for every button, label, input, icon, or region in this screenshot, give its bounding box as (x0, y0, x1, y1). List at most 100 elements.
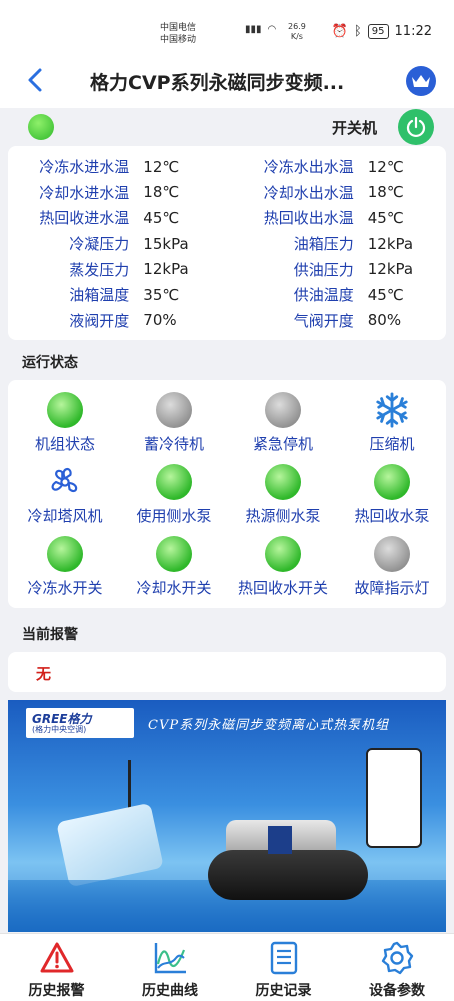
status-light-off (156, 392, 192, 428)
signal-icon: ▮▮▮ (245, 24, 262, 35)
param-row: 冷凝压力 15kPa 油箱压力 12kPa (8, 231, 446, 257)
chevron-left-icon (28, 68, 42, 92)
product-banner[interactable]: GREE格力 (格力中央空调) CVP系列永磁同步变频离心式热泵机组 (8, 700, 446, 932)
param-label: 冷冻水进水温 (39, 158, 130, 177)
snowflake-icon (374, 392, 410, 428)
tab-chart-line[interactable]: 历史曲线 (114, 938, 227, 1000)
param-value: 12kPa (367, 234, 414, 253)
param-value: 45℃ (367, 208, 404, 227)
battery-icon: 95 (367, 24, 389, 39)
param-label: 蒸发压力 (69, 260, 130, 279)
status-label: 紧急停机 (252, 435, 313, 453)
tab-warning[interactable]: 历史报警 (0, 938, 113, 1000)
bottom-tab-bar: 历史报警 历史曲线 历史记录 设备参数 (0, 933, 454, 1001)
gateway-device-image (56, 802, 164, 888)
status-light-off (374, 536, 410, 572)
param-row: 冷却水进水温 18℃ 冷却水出水温 18℃ (8, 180, 446, 206)
gree-logo: GREE格力 (格力中央空调) (26, 708, 134, 738)
carrier-2: 中国移动 (160, 35, 197, 45)
chiller-panel (268, 826, 292, 854)
status-right: ⏰ ᛒ 95 11:22 (332, 24, 432, 39)
power-icon (406, 116, 426, 138)
power-row: 开关机 (0, 108, 454, 146)
status-item: 冷却塔风机 (10, 464, 120, 526)
tab-document[interactable]: 历史记录 (227, 938, 340, 1000)
status-label: 故障指示灯 (354, 579, 430, 597)
alarm-title: 当前报警 (22, 627, 78, 643)
page-title: 格力CVP系列永磁同步变频... (90, 72, 345, 94)
status-light-on (156, 464, 192, 500)
chiller-unit-image (208, 820, 378, 900)
param-value: 12℃ (367, 157, 404, 176)
status-item: 热源侧水泵 (228, 464, 338, 526)
banner-headline: CVP系列永磁同步变频离心式热泵机组 (148, 718, 390, 733)
status-label: 热源侧水泵 (245, 507, 321, 525)
net-speed-value: 26.9 (288, 22, 306, 31)
status-item: 紧急停机 (228, 392, 338, 454)
param-label: 热回收进水温 (39, 209, 130, 228)
power-label: 开关机 (332, 119, 378, 137)
param-label: 油箱压力 (293, 235, 354, 254)
status-item: 热回收水开关 (228, 536, 338, 598)
tab-label: 历史报警 (28, 983, 85, 999)
net-speed-unit: K/s (290, 32, 303, 41)
alarm-card: 无 (8, 652, 446, 692)
param-label: 冷凝压力 (69, 235, 130, 254)
status-item: 使用侧水泵 (119, 464, 229, 526)
status-label: 蓄冷待机 (143, 435, 204, 453)
power-button[interactable] (398, 109, 434, 145)
param-row: 液阀开度 70% 气阀开度 80% (8, 308, 446, 334)
chart-line-icon (150, 938, 190, 978)
param-label: 冷却水进水温 (39, 183, 130, 202)
status-label: 冷却塔风机 (27, 507, 103, 525)
parameters-card: 冷冻水进水温 12℃ 冷冻水出水温 12℃ 冷却水进水温 18℃ 冷却水出水温 18℃ 热回收进… (8, 146, 446, 340)
param-row: 蒸发压力 12kPa 供油压力 12kPa (8, 256, 446, 282)
logo-subtext: (格力中央空调) (32, 725, 87, 734)
param-value: 45℃ (367, 285, 404, 304)
vip-button[interactable] (406, 66, 436, 96)
status-bar: 中国电信 中国移动 ▮▮▮ ◠ 26.9 K/s ⏰ ᛒ 95 11:22 (0, 0, 454, 52)
bluetooth-icon: ᛒ (353, 24, 362, 39)
param-label: 冷却水出水温 (263, 183, 354, 202)
param-row: 油箱温度 35℃ 供油温度 45℃ (8, 282, 446, 308)
clock-time: 11:22 (394, 24, 432, 39)
net-speed: 26.9 K/s (288, 22, 306, 42)
param-value: 12℃ (143, 157, 180, 176)
signal-icons: ▮▮▮ ◠ (245, 24, 276, 35)
param-row: 热回收进水温 45℃ 热回收出水温 45℃ (8, 205, 446, 231)
status-light-on (265, 536, 301, 572)
param-value: 80% (367, 311, 402, 330)
warning-icon (37, 938, 77, 978)
running-status-title: 运行状态 (22, 355, 78, 371)
param-value: 18℃ (143, 183, 180, 202)
param-value: 35℃ (143, 285, 180, 304)
tab-label: 设备参数 (369, 983, 425, 999)
param-value: 70% (143, 311, 177, 330)
param-value: 15kPa (143, 234, 189, 253)
param-value: 45℃ (143, 208, 180, 227)
status-label: 热回收水开关 (237, 579, 328, 597)
status-label: 机组状态 (34, 435, 95, 453)
param-value: 12kPa (367, 260, 414, 279)
status-light-on (374, 464, 410, 500)
status-light-on (265, 464, 301, 500)
parameters-grid: 冷冻水进水温 12℃ 冷冻水出水温 12℃ 冷却水进水温 18℃ 冷却水出水温 18℃ 热回收进… (8, 154, 446, 333)
alarm-clock-icon: ⏰ (331, 24, 348, 39)
chiller-drum (208, 850, 368, 900)
param-value: 18℃ (367, 183, 404, 202)
tab-gear[interactable]: 设备参数 (341, 938, 454, 1000)
tab-label: 历史记录 (255, 983, 312, 999)
status-label: 冷却水开关 (136, 579, 212, 597)
gear-icon (377, 938, 417, 978)
running-status-card: 机组状态 蓄冷待机 紧急停机 压缩机 冷却塔风机 使用侧水泵 热源侧水泵 热回收水泵 冷冻水开关… (8, 380, 446, 608)
carrier-info: 中国电信 中国移动 (160, 22, 196, 46)
param-value: 12kPa (143, 260, 189, 279)
back-button[interactable] (22, 66, 50, 94)
param-label: 气阀开度 (293, 311, 354, 330)
param-label: 液阀开度 (69, 311, 130, 330)
param-row: 冷冻水进水温 12℃ 冷冻水出水温 12℃ (8, 154, 446, 180)
status-item: 冷冻水开关 (10, 536, 120, 598)
status-light-on (156, 536, 192, 572)
status-light-on (47, 536, 83, 572)
param-label: 热回收出水温 (263, 209, 354, 228)
